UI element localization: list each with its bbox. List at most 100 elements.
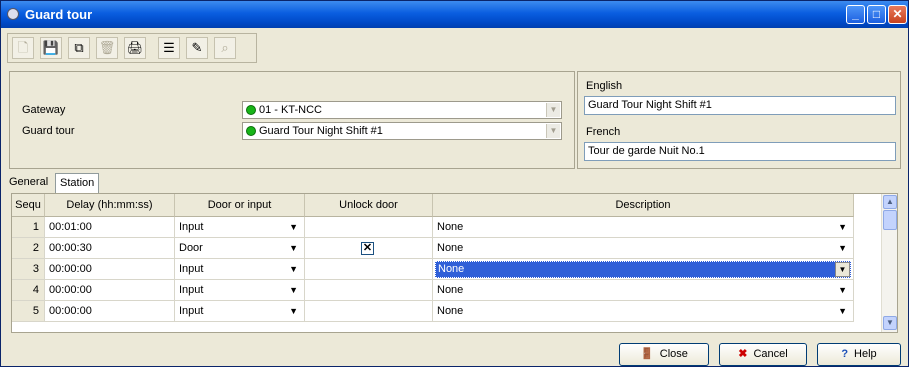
gateway-label: Gateway xyxy=(22,104,66,116)
toolbar: 🗋 💾 ⧉ 🗑 🖨 ☰ ✎ ⌕ xyxy=(7,33,257,63)
cancel-button[interactable]: ✖ Cancel xyxy=(719,343,807,366)
door-value: Input xyxy=(179,221,204,233)
door-icon: 🚪 xyxy=(640,348,654,360)
close-button[interactable]: 🚪 Close xyxy=(619,343,709,366)
french-field[interactable]: Tour de garde Nuit No.1 xyxy=(584,142,896,161)
description-value: None xyxy=(437,305,464,317)
help-button[interactable]: ? Help xyxy=(817,343,901,366)
door-or-input-select[interactable]: Input ▼ xyxy=(175,280,305,301)
tools-icon[interactable]: ✎ xyxy=(186,37,208,59)
list-icon[interactable]: ☰ xyxy=(158,37,180,59)
english-label: English xyxy=(586,80,623,92)
grid-header: Sequ Delay (hh:mm:ss) Door or input Unlo… xyxy=(12,194,854,217)
unlock-door-cell[interactable]: ✕ xyxy=(305,238,433,259)
save-icon[interactable]: 💾 xyxy=(40,37,62,59)
description-select-active[interactable]: None ▼ xyxy=(435,261,851,278)
delay-cell[interactable]: 00:00:00 xyxy=(45,301,175,322)
door-value: Input xyxy=(179,284,204,296)
tab-station[interactable]: Station xyxy=(55,173,100,193)
copy-icon[interactable]: ⧉ xyxy=(68,37,90,59)
form-panel: Gateway 01 - KT-NCC ▼ Guard tour Guard T… xyxy=(9,71,575,169)
cancel-x-icon: ✖ xyxy=(738,348,748,360)
dropdown-arrow-icon[interactable]: ▼ xyxy=(289,217,298,237)
dropdown-arrow-icon[interactable]: ▼ xyxy=(838,280,847,300)
find-icon[interactable]: ⌕ xyxy=(214,37,236,59)
vertical-scrollbar[interactable]: ▲ ▼ xyxy=(881,194,897,332)
dropdown-arrow-icon[interactable]: ▼ xyxy=(289,301,298,321)
gateway-select[interactable]: 01 - KT-NCC ▼ xyxy=(242,101,562,119)
chevron-down-icon[interactable]: ▼ xyxy=(835,262,850,277)
unlock-checkbox[interactable]: ✕ xyxy=(361,242,374,255)
minimize-button[interactable]: _ xyxy=(846,5,865,24)
dropdown-arrow-icon[interactable]: ▼ xyxy=(289,238,298,258)
delay-cell[interactable]: 00:00:00 xyxy=(45,259,175,280)
door-or-input-select[interactable]: Input ▼ xyxy=(175,217,305,238)
delay-cell[interactable]: 00:00:30 xyxy=(45,238,175,259)
seq-cell: 1 xyxy=(12,217,45,238)
title-bar[interactable]: Guard tour _ □ ✕ xyxy=(1,1,908,28)
window-title: Guard tour xyxy=(25,7,93,22)
guard-tour-select[interactable]: Guard Tour Night Shift #1 ▼ xyxy=(242,122,562,140)
dropdown-arrow-icon[interactable]: ▼ xyxy=(289,280,298,300)
scroll-up-icon[interactable]: ▲ xyxy=(883,195,897,209)
close-window-button[interactable]: ✕ xyxy=(888,5,907,24)
table-row[interactable]: 3 00:00:00 Input ▼ None ▼ xyxy=(12,259,854,280)
header-description[interactable]: Description xyxy=(433,194,854,217)
seq-cell: 2 xyxy=(12,238,45,259)
description-value: None xyxy=(437,284,464,296)
table-row[interactable]: 2 00:00:30 Door ▼ ✕ None ▼ xyxy=(12,238,854,259)
door-or-input-select[interactable]: Input ▼ xyxy=(175,301,305,322)
unlock-door-cell[interactable] xyxy=(305,259,433,280)
maximize-button[interactable]: □ xyxy=(867,5,886,24)
header-seq[interactable]: Sequ xyxy=(12,194,45,217)
close-label: Close xyxy=(659,348,688,360)
dropdown-arrow-icon[interactable]: ▼ xyxy=(838,238,847,258)
status-dot-icon xyxy=(246,126,256,136)
chevron-down-icon[interactable]: ▼ xyxy=(546,103,560,117)
door-or-input-select[interactable]: Input ▼ xyxy=(175,259,305,280)
seq-cell: 5 xyxy=(12,301,45,322)
seq-cell: 3 xyxy=(12,259,45,280)
unlock-door-cell[interactable] xyxy=(305,301,433,322)
description-select[interactable]: None ▼ xyxy=(433,301,854,322)
description-select[interactable]: None ▼ xyxy=(433,217,854,238)
guard-tour-window: Guard tour _ □ ✕ 🗋 💾 ⧉ 🗑 🖨 ☰ ✎ ⌕ Gateway 01 - K… xyxy=(0,0,909,367)
french-label: French xyxy=(586,126,621,138)
help-label: Help xyxy=(854,348,877,360)
description-value: None xyxy=(437,221,464,233)
station-grid: Sequ Delay (hh:mm:ss) Door or input Unlo… xyxy=(11,193,898,333)
door-value: Input xyxy=(179,305,204,317)
delay-cell[interactable]: 00:01:00 xyxy=(45,217,175,238)
dropdown-arrow-icon[interactable]: ▼ xyxy=(838,301,847,321)
header-unlock[interactable]: Unlock door xyxy=(305,194,433,217)
dropdown-arrow-icon[interactable]: ▼ xyxy=(289,259,298,279)
status-dot-icon xyxy=(246,105,256,115)
table-row[interactable]: 1 00:01:00 Input ▼ None ▼ xyxy=(12,217,854,238)
delete-icon[interactable]: 🗑 xyxy=(96,37,118,59)
chevron-down-icon[interactable]: ▼ xyxy=(546,124,560,138)
scroll-thumb[interactable] xyxy=(883,210,897,230)
header-door[interactable]: Door or input xyxy=(175,194,305,217)
scroll-down-icon[interactable]: ▼ xyxy=(883,316,897,330)
guard-tour-label: Guard tour xyxy=(22,125,75,137)
table-row[interactable]: 4 00:00:00 Input ▼ None ▼ xyxy=(12,280,854,301)
guard-tour-value: Guard Tour Night Shift #1 xyxy=(259,125,383,137)
gateway-value: 01 - KT-NCC xyxy=(259,104,322,116)
seq-cell: 4 xyxy=(12,280,45,301)
dropdown-arrow-icon[interactable]: ▼ xyxy=(838,217,847,237)
cancel-label: Cancel xyxy=(753,348,788,360)
new-icon[interactable]: 🗋 xyxy=(12,37,34,59)
unlock-door-cell[interactable] xyxy=(305,217,433,238)
header-delay[interactable]: Delay (hh:mm:ss) xyxy=(45,194,175,217)
description-select[interactable]: None ▼ xyxy=(433,238,854,259)
description-select[interactable]: None ▼ xyxy=(433,259,854,280)
print-icon[interactable]: 🖨 xyxy=(124,37,146,59)
description-select[interactable]: None ▼ xyxy=(433,280,854,301)
delay-cell[interactable]: 00:00:00 xyxy=(45,280,175,301)
tab-general[interactable]: General xyxy=(5,173,52,193)
door-value: Door xyxy=(179,242,203,254)
unlock-door-cell[interactable] xyxy=(305,280,433,301)
table-row[interactable]: 5 00:00:00 Input ▼ None ▼ xyxy=(12,301,854,322)
english-field[interactable]: Guard Tour Night Shift #1 xyxy=(584,96,896,115)
door-or-input-select[interactable]: Door ▼ xyxy=(175,238,305,259)
